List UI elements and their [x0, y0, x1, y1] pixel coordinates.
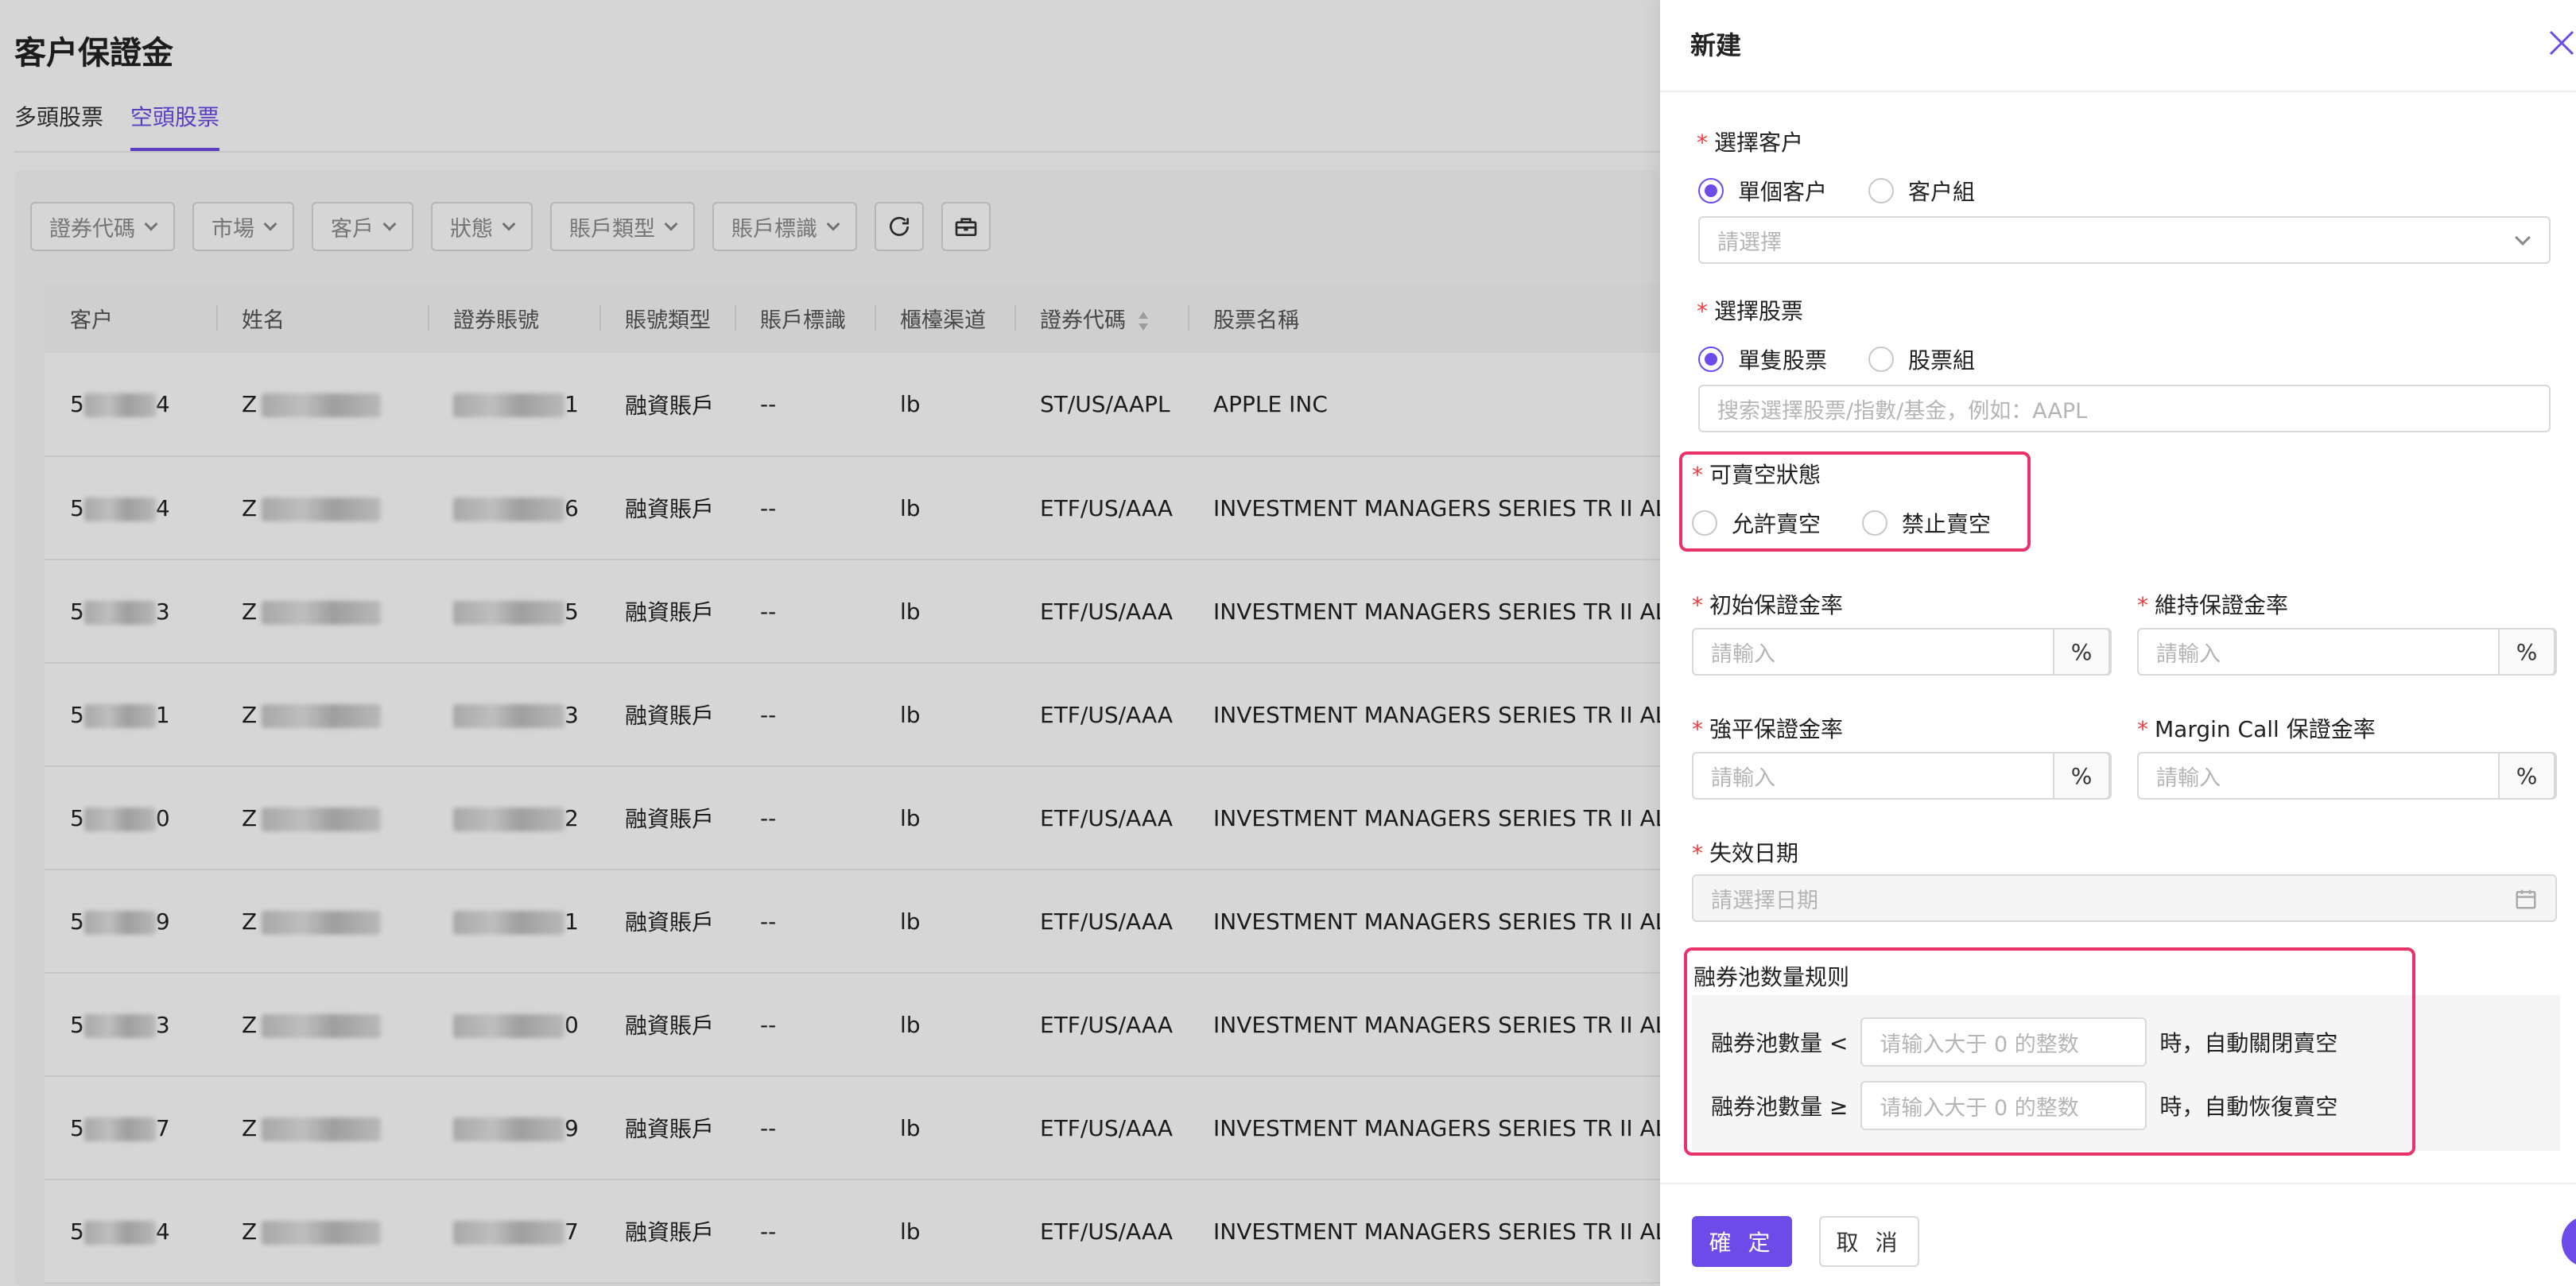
radio-checked-icon	[1698, 347, 1724, 372]
drawer-footer-divider	[1660, 1183, 2576, 1184]
liquidation-margin-input[interactable]: 請輸入%	[1692, 752, 2112, 800]
input-placeholder: 請輸入	[1711, 765, 1775, 791]
select-client-label-text: 選擇客户	[1714, 130, 1804, 156]
radio-label: 允許賣空	[1732, 511, 1821, 537]
initial-margin-label: * 初始保證金率	[1692, 588, 1843, 620]
required-mark: *	[1692, 462, 1703, 488]
liquidation-margin-label-text: 強平保證金率	[1709, 716, 1844, 742]
radio-single-client[interactable]: 單個客户	[1698, 175, 1827, 207]
radio-label: 客户組	[1908, 179, 1976, 205]
chevron-down-icon	[2515, 230, 2531, 246]
radio-allow-short[interactable]: 允許賣空	[1692, 507, 1821, 539]
calendar-icon	[2516, 889, 2536, 909]
stock-search-input[interactable]: 搜索選擇股票/指數/基金，例如：AAPL	[1698, 385, 2551, 432]
maintenance-margin-label: * 維持保證金率	[2137, 588, 2288, 620]
margin-call-label: * Margin Call 保證金率	[2137, 712, 2376, 744]
input-placeholder: 請輸入	[2156, 765, 2221, 791]
percent-suffix: %	[2498, 752, 2555, 800]
radio-unchecked-icon	[1868, 178, 1895, 203]
client-select-placeholder: 請選擇	[1717, 230, 1782, 255]
radio-label: 禁止賣空	[1902, 511, 1992, 537]
required-mark: *	[1692, 840, 1703, 866]
radio-label: 單隻股票	[1738, 347, 1828, 374]
input-placeholder: 請輸入	[2156, 641, 2221, 667]
required-mark: *	[1692, 716, 1703, 742]
client-type-radio-group: 單個客户 客户組	[1698, 175, 1975, 207]
radio-unchecked-icon	[1868, 347, 1895, 372]
drawer-header: 新建	[1660, 0, 2576, 92]
close-icon[interactable]	[2541, 22, 2576, 57]
radio-unchecked-icon	[1862, 510, 1888, 536]
required-mark: *	[1692, 592, 1703, 618]
short-status-label-text: 可賣空狀態	[1709, 462, 1821, 488]
radio-label: 單個客户	[1738, 179, 1828, 205]
short-status-radio-group: 允許賣空 禁止賣空	[1692, 507, 1991, 539]
select-client-label: * 選擇客户	[1697, 126, 1803, 157]
expiry-date-label: * 失效日期	[1692, 836, 1798, 868]
input-placeholder: 請輸入	[1711, 641, 1775, 667]
radio-unchecked-icon	[1692, 510, 1717, 536]
maintenance-margin-label-text: 維持保證金率	[2155, 592, 2289, 618]
pool-rule-highlight	[1684, 947, 2415, 1156]
short-status-label: * 可賣空狀態	[1692, 458, 1821, 490]
radio-checked-icon	[1698, 178, 1724, 203]
initial-margin-input[interactable]: 請輸入%	[1692, 628, 2112, 676]
expiry-date-label-text: 失效日期	[1709, 840, 1799, 866]
confirm-button[interactable]: 確 定	[1692, 1216, 1792, 1267]
modal-mask[interactable]	[0, 0, 1660, 1286]
stock-search-placeholder: 搜索選擇股票/指數/基金，例如：AAPL	[1717, 398, 2088, 424]
required-mark: *	[1697, 130, 1708, 156]
select-stock-label-text: 選擇股票	[1714, 298, 1804, 324]
required-mark: *	[2137, 592, 2148, 618]
margin-call-input[interactable]: 請輸入%	[2137, 752, 2557, 800]
percent-suffix: %	[2498, 628, 2555, 676]
select-stock-label: * 選擇股票	[1697, 294, 1803, 326]
drawer-title: 新建	[1690, 30, 1742, 60]
required-mark: *	[2137, 716, 2148, 742]
radio-stock-group[interactable]: 股票組	[1868, 343, 1975, 375]
radio-client-group[interactable]: 客户組	[1868, 175, 1975, 207]
initial-margin-label-text: 初始保證金率	[1709, 592, 1844, 618]
maintenance-margin-input[interactable]: 請輸入%	[2137, 628, 2557, 676]
expiry-date-picker[interactable]: 請選擇日期	[1692, 874, 2557, 922]
client-select[interactable]: 請選擇	[1698, 216, 2551, 264]
margin-call-label-text: Margin Call 保證金率	[2155, 716, 2376, 742]
cancel-button[interactable]: 取 消	[1819, 1216, 1919, 1267]
percent-suffix: %	[2053, 752, 2110, 800]
percent-suffix: %	[2053, 628, 2110, 676]
input-placeholder: 請選擇日期	[1711, 888, 1818, 913]
stock-type-radio-group: 單隻股票 股票組	[1698, 343, 1975, 375]
radio-single-stock[interactable]: 單隻股票	[1698, 343, 1827, 375]
radio-label: 股票組	[1908, 347, 1976, 374]
radio-forbid-short[interactable]: 禁止賣空	[1862, 507, 1991, 539]
required-mark: *	[1697, 298, 1708, 324]
liquidation-margin-label: * 強平保證金率	[1692, 712, 1843, 744]
